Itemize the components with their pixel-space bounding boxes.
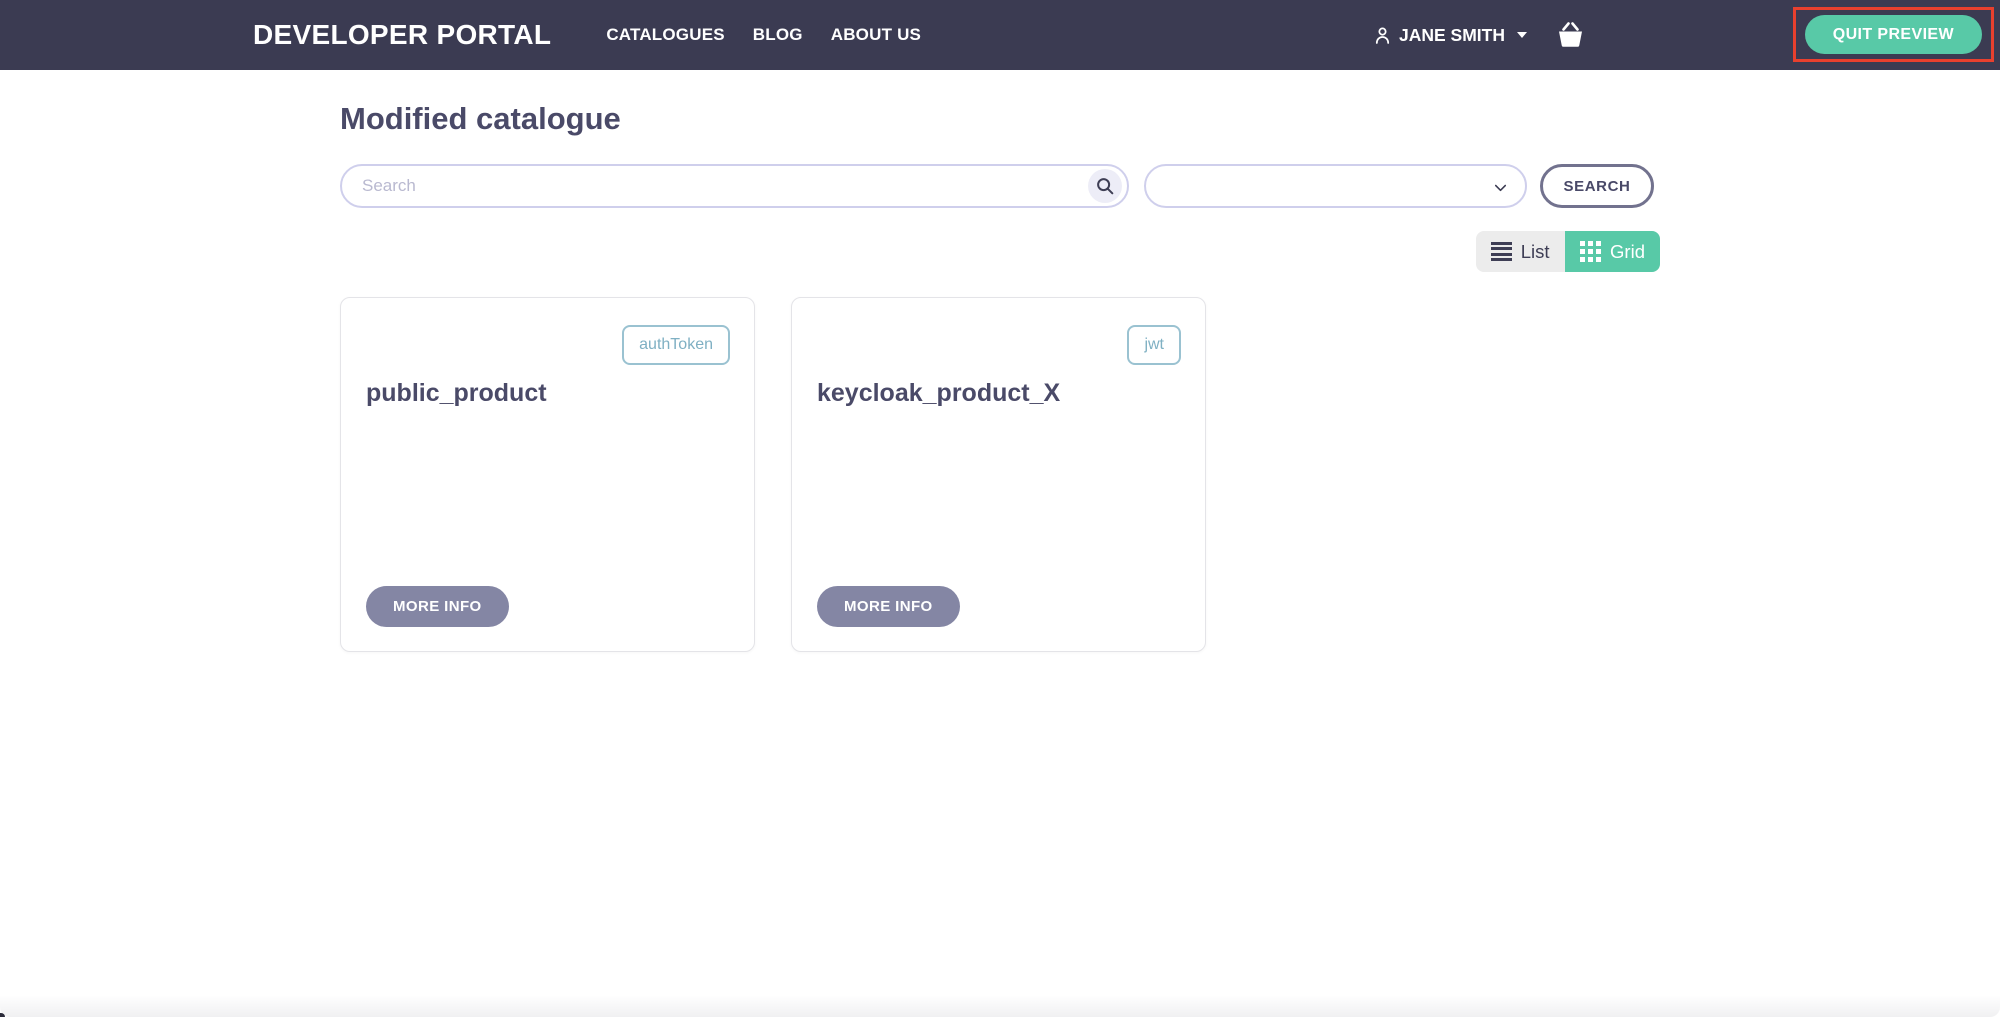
view-toggle-list[interactable]: List: [1476, 231, 1565, 272]
user-menu[interactable]: JANE SMITH: [1372, 25, 1527, 46]
search-icon: [1094, 175, 1116, 197]
app-logo[interactable]: DEVELOPER PORTAL: [253, 19, 551, 51]
nav-item-blog[interactable]: BLOG: [753, 25, 803, 45]
person-icon: [1372, 25, 1393, 46]
basket-button[interactable]: [1554, 20, 1587, 50]
more-info-button[interactable]: MORE INFO: [817, 586, 960, 627]
window-corner-artifact: [0, 1013, 5, 1017]
main-nav: CATALOGUES BLOG ABOUT US: [606, 25, 921, 45]
search-button[interactable]: SEARCH: [1540, 164, 1654, 208]
filter-select[interactable]: [1144, 164, 1527, 208]
quit-preview-button[interactable]: QUIT PREVIEW: [1805, 15, 1982, 54]
more-info-button[interactable]: MORE INFO: [366, 586, 509, 627]
product-tag-badge: authToken: [622, 325, 730, 365]
list-label: List: [1521, 241, 1550, 263]
product-card-grid: authToken public_product MORE INFO jwt k…: [340, 297, 1660, 652]
user-name: JANE SMITH: [1399, 25, 1505, 46]
product-card: authToken public_product MORE INFO: [340, 297, 755, 652]
product-title: keycloak_product_X: [817, 379, 1060, 408]
search-icon-button[interactable]: [1088, 169, 1122, 203]
view-toggle-row: List Grid: [340, 231, 1660, 272]
grid-view-icon: [1580, 241, 1602, 263]
nav-item-about-us[interactable]: ABOUT US: [831, 25, 921, 45]
catalogue-page: Modified catalogue SEARCH: [340, 70, 1660, 652]
navbar-right: JANE SMITH: [1372, 0, 1587, 70]
product-tag-badge: jwt: [1127, 325, 1181, 365]
page-title: Modified catalogue: [340, 70, 1660, 137]
product-title: public_product: [366, 379, 547, 408]
search-input[interactable]: [362, 176, 1077, 196]
view-toggle: List Grid: [1476, 231, 1660, 272]
quit-preview-highlight-box: QUIT PREVIEW: [1793, 7, 1994, 62]
window-bottom-shadow: [0, 995, 2000, 1017]
grid-label: Grid: [1610, 241, 1645, 263]
chevron-down-icon: [1517, 32, 1527, 38]
top-navbar: DEVELOPER PORTAL CATALOGUES BLOG ABOUT U…: [0, 0, 2000, 70]
search-row: SEARCH: [340, 164, 1660, 208]
nav-item-catalogues[interactable]: CATALOGUES: [606, 25, 724, 45]
product-card: jwt keycloak_product_X MORE INFO: [791, 297, 1206, 652]
chevron-down-icon: [1491, 178, 1510, 197]
list-view-icon: [1491, 242, 1512, 262]
basket-icon: [1554, 20, 1587, 50]
view-toggle-grid[interactable]: Grid: [1565, 231, 1660, 272]
search-box: [340, 164, 1129, 208]
